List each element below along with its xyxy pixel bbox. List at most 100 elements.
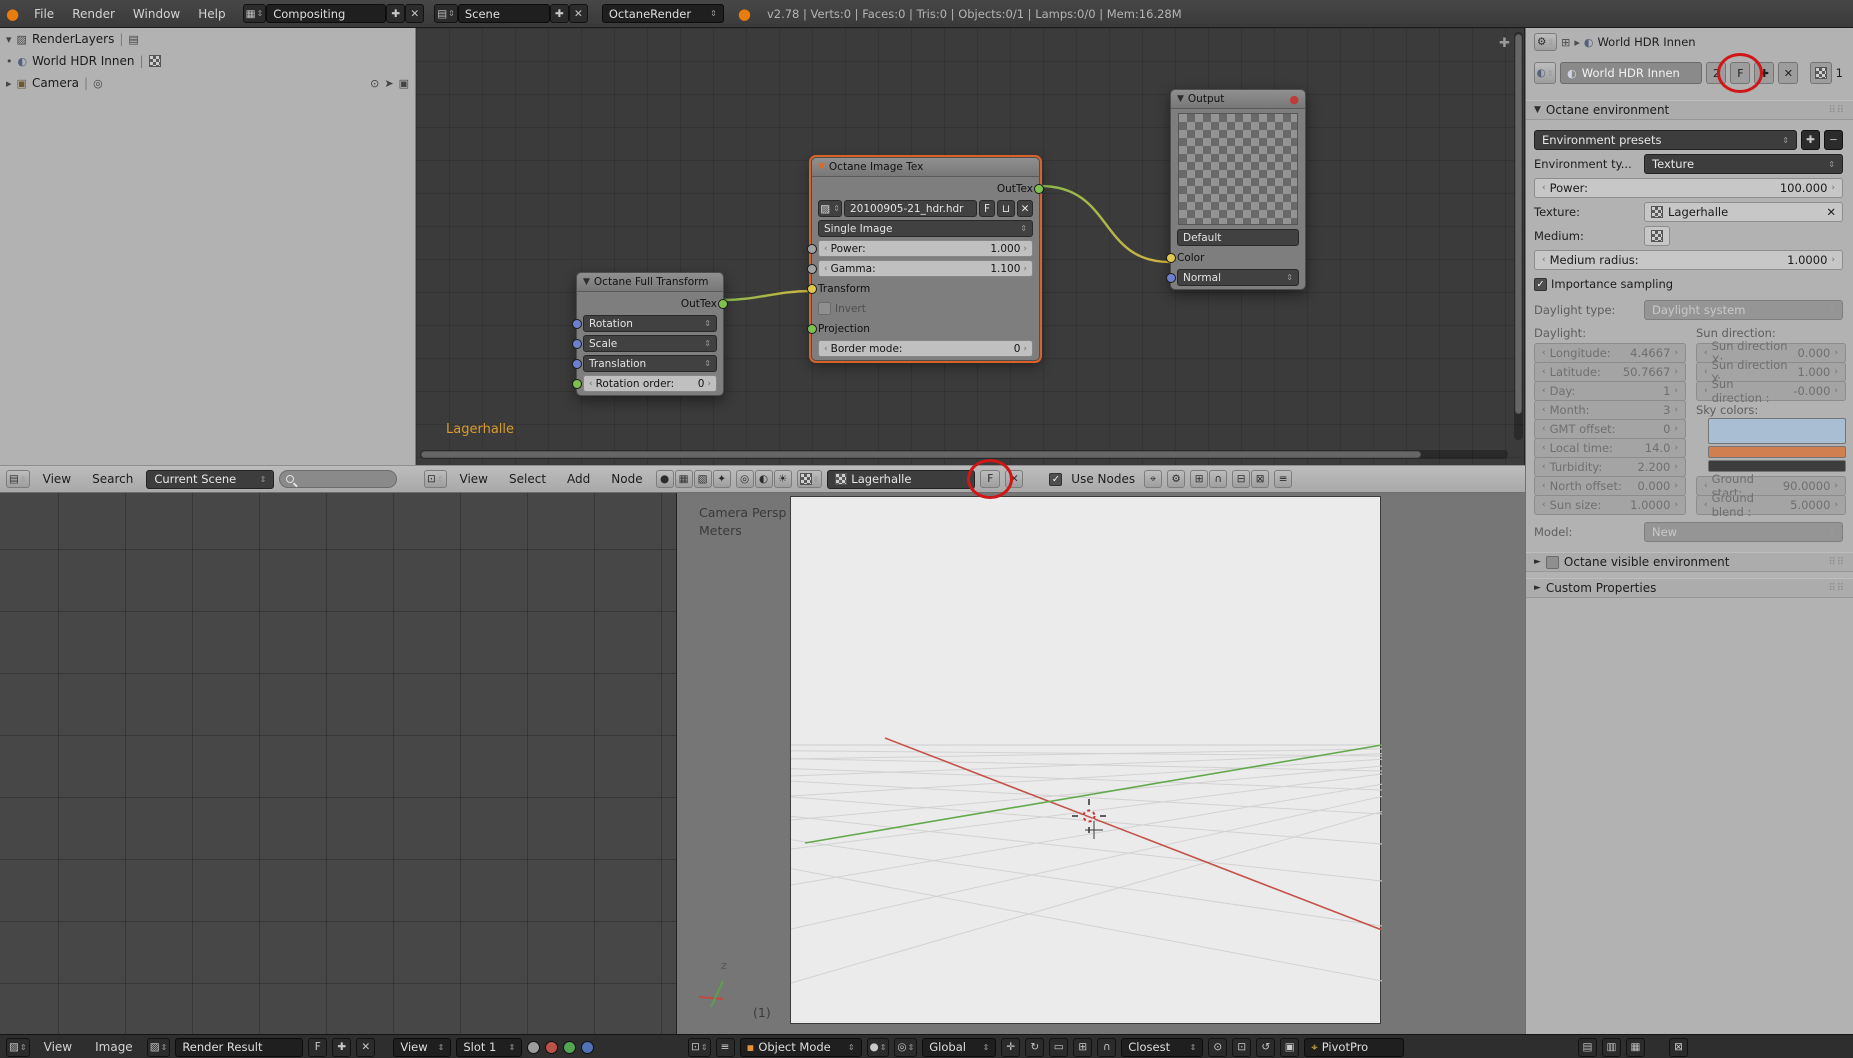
visibility-icon[interactable]: ⊙	[370, 77, 379, 90]
default-button[interactable]: Default	[1177, 229, 1299, 246]
importance-sampling-checkbox[interactable]: ✓	[1534, 277, 1547, 291]
translation-dropdown[interactable]: Translation ⇕	[583, 355, 717, 372]
editor-type-button[interactable]: ▨ ⇕	[6, 1037, 30, 1057]
menu-node[interactable]: Node	[603, 472, 650, 486]
unlink-nodetree-button[interactable]: ✕	[1005, 470, 1024, 488]
texture-count-icon[interactable]	[1810, 62, 1832, 84]
sync-icon[interactable]: ↺	[1256, 1037, 1276, 1057]
editor-type-button[interactable]: ⊡ ⇕	[424, 470, 447, 488]
texture-select-button[interactable]: Lagerhalle ✕	[1644, 202, 1843, 222]
menu-view[interactable]: View	[452, 472, 496, 486]
socket-scale[interactable]	[572, 338, 582, 349]
texture-tree-icon[interactable]: ▧	[693, 470, 712, 488]
latitude-field[interactable]: ‹ Latitude: 50.7667 ›	[1534, 361, 1686, 382]
image-name-field[interactable]: 20100905-21_hdr.hdr	[844, 200, 977, 217]
panel-octane-visible-environment[interactable]: ► ✓ Octane visible environment ⠿⠿	[1526, 552, 1853, 572]
open-image-icon[interactable]: ⊔	[997, 200, 1015, 217]
octane-tree-icon[interactable]: ✦	[712, 470, 731, 488]
ground-blend-field[interactable]: ‹ Ground blend :5.0000 ›	[1696, 491, 1846, 519]
month-field[interactable]: ‹ Month: 3 ›	[1534, 399, 1686, 420]
remove-preset-button[interactable]: −	[1824, 130, 1843, 150]
menu-view[interactable]: View	[35, 1040, 81, 1054]
channel-red-icon[interactable]	[545, 1040, 559, 1054]
add-preset-button[interactable]: ✚	[1801, 130, 1820, 150]
north-offset-field[interactable]: ‹ North offset: 0.000 ›	[1534, 475, 1686, 496]
fake-user-button[interactable]: F	[967, 459, 1014, 499]
medium-radius-slider[interactable]: ‹ Medium radius: 1.0000 ›	[1534, 250, 1843, 270]
viewport-3d[interactable]: Camera Persp Meters z (1)	[677, 493, 1525, 1034]
expand-icon[interactable]: ▾	[6, 33, 12, 46]
border-mode-field[interactable]: ‹ Border mode: 0 ›	[818, 340, 1033, 357]
image-browse-button[interactable]: ▨ ⇕	[818, 200, 842, 217]
node-output[interactable]: ▼ Output ● Default Color Normal ⇕	[1166, 89, 1306, 290]
invert-checkbox[interactable]: ✓	[818, 302, 831, 315]
node-editor[interactable]: Lagerhalle ▼ Octane Full Transform OutTex…	[416, 28, 1525, 465]
layers-icon[interactable]: ⊞	[1073, 1037, 1093, 1057]
scene-browse-button[interactable]: ▤ ⇕	[434, 4, 458, 23]
manipulator-scale-icon[interactable]: ▭	[1049, 1037, 1069, 1057]
outliner-item-label[interactable]: RenderLayers	[32, 32, 114, 46]
world-shader-icon[interactable]: ◐	[754, 470, 773, 488]
sky-color-swatch-3[interactable]	[1708, 460, 1846, 472]
editor-type-button[interactable]: ⚙ ⇕	[1534, 33, 1558, 51]
manipulator-translate-icon[interactable]: ✛	[1001, 1037, 1021, 1057]
fake-user-button[interactable]: F	[1717, 53, 1764, 93]
gmt-offset-field[interactable]: ‹ GMT offset: 0 ›	[1534, 418, 1686, 439]
copy-nodes-icon[interactable]: ⊟	[1232, 470, 1251, 488]
socket-rotation[interactable]	[572, 318, 582, 329]
medium-select-button[interactable]	[1644, 226, 1670, 246]
mode-dropdown[interactable]: ▪ Object Mode ⇕	[739, 1037, 862, 1057]
menu-select[interactable]: Select	[501, 472, 554, 486]
paste-nodes-icon[interactable]: ⊠	[1251, 470, 1270, 488]
panel-expand-icon[interactable]: ►	[1534, 557, 1541, 567]
panel-expand-icon[interactable]: ▼	[1534, 105, 1541, 115]
editor-type-button[interactable]: ▤ ⇕	[6, 470, 30, 488]
daylight-type-dropdown[interactable]: Daylight system ⇕	[1644, 300, 1843, 320]
panel-drag-dots[interactable]: ⠿⠿	[1828, 583, 1845, 594]
browse-image-button[interactable]: ▨ ⇕	[146, 1037, 171, 1057]
unlink-image-button[interactable]: ✕	[356, 1037, 376, 1057]
lamp-shader-icon[interactable]: ☀	[773, 470, 792, 488]
outliner-row-world[interactable]: • ◐ World HDR Innen |	[0, 50, 415, 72]
local-time-field[interactable]: ‹ Local time: 14.0 ›	[1534, 437, 1686, 458]
image-name-field[interactable]: Render Result	[175, 1037, 304, 1057]
socket-projection[interactable]	[807, 323, 817, 334]
object-shader-icon[interactable]: ◎	[735, 470, 754, 488]
transform-orientation-dropdown[interactable]: Global ⇕	[922, 1037, 997, 1057]
editor-type-button[interactable]: ⊡ ⇕	[688, 1037, 711, 1057]
panel-octane-environment[interactable]: ▼ Octane environment ⠿⠿	[1526, 100, 1853, 120]
socket-gamma[interactable]	[807, 263, 817, 274]
menu-image[interactable]: Image	[86, 1040, 142, 1054]
screen-layout-field[interactable]: Compositing	[266, 4, 387, 23]
scale-dropdown[interactable]: Scale ⇕	[583, 335, 717, 352]
panel-drag-dots[interactable]: ⠿⠿	[1828, 105, 1845, 116]
collapse-icon[interactable]: ▼	[583, 277, 590, 287]
sun-direction-z-field[interactable]: ‹ Sun direction : -0.000 ›	[1696, 377, 1846, 405]
outliner-row-renderlayers[interactable]: ▾ ▨ RenderLayers | ▤	[0, 28, 415, 50]
fake-user-button[interactable]: F	[308, 1037, 328, 1057]
image-editor[interactable]	[0, 493, 677, 1034]
visible-environment-checkbox[interactable]: ✓	[1545, 555, 1559, 569]
use-nodes-checkbox[interactable]: ✓	[1049, 472, 1063, 486]
screen-layout-browse-button[interactable]: ▦ ⇕	[242, 4, 267, 23]
model-dropdown[interactable]: New ⇕	[1644, 522, 1843, 542]
sky-color-swatch-1[interactable]	[1708, 418, 1846, 444]
world-name-field[interactable]: ◐ World HDR Innen	[1560, 62, 1703, 84]
render-opengl-icon[interactable]: ▣	[1280, 1037, 1300, 1057]
socket-outtex[interactable]	[718, 298, 728, 309]
snap-magnet-icon[interactable]: ∩	[1209, 470, 1228, 488]
new-world-button[interactable]: ✚	[1754, 62, 1775, 84]
menu-render[interactable]: Render	[63, 7, 124, 21]
menu-add[interactable]: Add	[559, 472, 598, 486]
pivot-center-button[interactable]: ◎ ⇕	[894, 1037, 918, 1057]
turbidity-field[interactable]: ‹ Turbidity: 2.200 ›	[1534, 456, 1686, 477]
delete-scene-button[interactable]: ✕	[568, 4, 588, 23]
socket-power[interactable]	[807, 243, 817, 254]
menu-search[interactable]: Search	[84, 472, 141, 486]
day-field[interactable]: ‹ Day: 1 ›	[1534, 380, 1686, 401]
view-mode-dropdown[interactable]: View ⇕	[393, 1037, 452, 1057]
screen-c-icon[interactable]: ▦	[1626, 1037, 1645, 1057]
channel-green-icon[interactable]	[563, 1040, 577, 1054]
search-input[interactable]	[279, 470, 398, 488]
panel-drag-dots[interactable]: ⠿⠿	[1828, 557, 1845, 568]
